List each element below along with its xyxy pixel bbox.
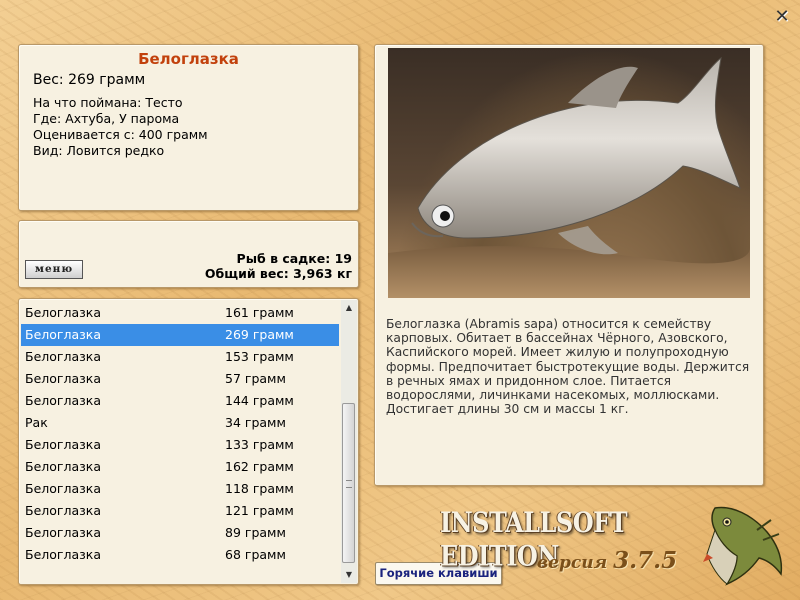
list-item-weight: 34 грамм [225, 415, 286, 430]
list-item-weight: 57 грамм [225, 371, 286, 386]
fish-caught-on: На что поймана: Тесто [33, 95, 183, 110]
list-item-name: Белоглазка [25, 349, 101, 364]
list-item[interactable]: Белоглазка 162 грамм [21, 456, 339, 478]
pike-logo-icon [703, 506, 783, 586]
list-item-weight: 162 грамм [225, 459, 294, 474]
list-item-weight: 133 грамм [225, 437, 294, 452]
fish-kind: Вид: Ловится редко [33, 143, 165, 158]
list-item-name: Белоглазка [25, 459, 101, 474]
fish-location: Где: Ахтуба, У парома [33, 111, 180, 126]
list-item[interactable]: Белоглазка 161 грамм [21, 302, 339, 324]
list-item-weight: 89 грамм [225, 525, 286, 540]
catch-list[interactable]: Белоглазка 161 грамм Белоглазка 269 грамм Бе… [21, 302, 339, 566]
list-item[interactable]: Белоглазка 57 грамм [21, 368, 339, 390]
cage-count: Рыб в садке: 19 [236, 251, 352, 266]
fish-rated-from: Оценивается с: 400 грамм [33, 127, 208, 142]
list-item-weight: 269 грамм [225, 327, 294, 342]
chevron-down-icon[interactable]: ▼ [341, 567, 357, 583]
list-item-name: Белоглазка [25, 503, 101, 518]
fish-description: Белоглазка (Abramis sapa) относится к се… [386, 317, 750, 417]
version-number: 3.7.5 [613, 547, 678, 574]
close-icon[interactable]: ✕ [773, 8, 791, 26]
catch-list-scrollbar[interactable]: ▲ ▼ [341, 300, 357, 583]
list-item-name: Белоглазка [25, 371, 101, 386]
list-item[interactable]: Белоглазка 269 грамм [21, 324, 339, 346]
version-row: версия 3.7.5 [537, 547, 677, 574]
fish-title: Белоглазка [138, 50, 239, 68]
list-item[interactable]: Рак 34 грамм [21, 412, 339, 434]
list-item[interactable]: Белоглазка 133 грамм [21, 434, 339, 456]
fish-photo [388, 48, 750, 298]
list-item-name: Белоглазка [25, 547, 101, 562]
fish-details-panel: Белоглазка (Abramis sapa) относится к се… [374, 44, 764, 486]
list-item-name: Белоглазка [25, 525, 101, 540]
list-item-name: Белоглазка [25, 305, 101, 320]
grip-icon [346, 480, 352, 488]
list-item-weight: 153 грамм [225, 349, 294, 364]
list-item-weight: 118 грамм [225, 481, 294, 496]
cage-total-weight: Общий вес: 3,963 кг [204, 266, 352, 281]
list-item-name: Белоглазка [25, 437, 101, 452]
catch-list-panel: Белоглазка 161 грамм Белоглазка 269 грамм Бе… [18, 298, 359, 585]
menu-button[interactable]: меню [25, 260, 83, 279]
list-item-weight: 144 грамм [225, 393, 294, 408]
pike-fish-logo [697, 500, 787, 590]
list-item-name: Белоглазка [25, 327, 101, 342]
fish-info-panel: Белоглазка Вес: 269 грамм На что поймана… [18, 44, 359, 211]
list-item[interactable]: Белоглазка 118 грамм [21, 478, 339, 500]
list-item-name: Рак [25, 415, 48, 430]
list-item[interactable]: Белоглазка 89 грамм [21, 522, 339, 544]
scrollbar-thumb[interactable] [342, 403, 355, 563]
fish-weight: Вес: 269 грамм [33, 72, 146, 88]
list-item-weight: 121 грамм [225, 503, 294, 518]
list-item-name: Белоглазка [25, 481, 101, 496]
list-item[interactable]: Белоглазка 144 грамм [21, 390, 339, 412]
list-item-weight: 161 грамм [225, 305, 294, 320]
version-label: версия [537, 553, 608, 573]
list-item[interactable]: Белоглазка 68 грамм [21, 544, 339, 566]
chevron-up-icon[interactable]: ▲ [341, 300, 357, 316]
list-item-weight: 68 грамм [225, 547, 286, 562]
list-item[interactable]: Белоглазка 153 грамм [21, 346, 339, 368]
cage-panel: меню Рыб в садке: 19 Общий вес: 3,963 кг [18, 220, 359, 288]
list-item-name: Белоглазка [25, 393, 101, 408]
fish-illustration [388, 56, 750, 298]
list-item[interactable]: Белоглазка 121 грамм [21, 500, 339, 522]
